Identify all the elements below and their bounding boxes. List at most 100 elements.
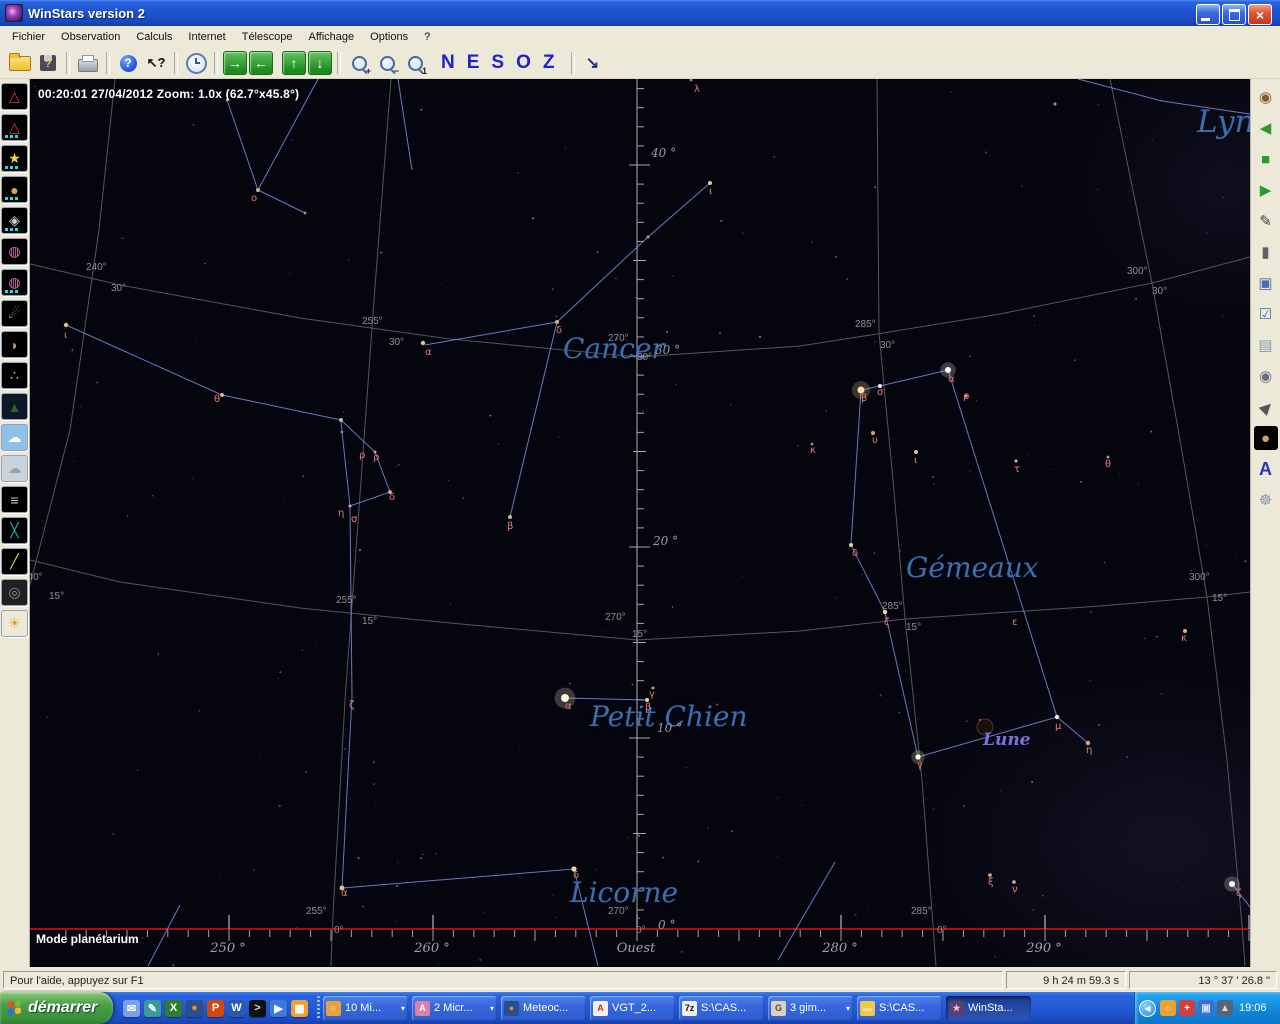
- tray-launcher-icon[interactable]: ▲: [1217, 1000, 1233, 1016]
- quicklaunch-powerpoint[interactable]: P: [207, 1000, 224, 1017]
- quicklaunch-cmd[interactable]: >: [249, 1000, 266, 1017]
- menu-tlescope[interactable]: Télescope: [234, 28, 301, 46]
- menu-fichier[interactable]: Fichier: [4, 28, 53, 46]
- group-chevron-icon[interactable]: ▾: [401, 1004, 405, 1013]
- group-chevron-icon[interactable]: ▾: [846, 1004, 850, 1013]
- comets-icon[interactable]: ☄: [1, 300, 28, 327]
- tray-network-icon[interactable]: ▣: [1198, 1000, 1214, 1016]
- quicklaunch-firefox[interactable]: ●: [186, 1000, 203, 1017]
- menu-observation[interactable]: Observation: [53, 28, 128, 46]
- pan-up-button[interactable]: ↑: [282, 51, 306, 75]
- open-button[interactable]: [7, 51, 33, 76]
- context-help-button[interactable]: ↖?: [143, 51, 169, 76]
- sky-view[interactable]: CancerGémeauxPetit ChienLicorneLynLuneλο…: [30, 79, 1250, 967]
- landscape-icon[interactable]: ▲: [1, 393, 28, 420]
- quicklaunch-outlook[interactable]: ✉: [123, 1000, 140, 1017]
- direction-arrow-button[interactable]: ↘: [580, 51, 606, 76]
- left-toolbar: △ △ ★ ● ◈ ◍ ◍ ☄ ◗ ∴ ▲ ☁ ☁ ≡ ╳ ╱ ◎ ☀: [0, 79, 30, 967]
- animation-icon[interactable]: ◉: [1254, 85, 1278, 109]
- taskbar-button-7zip[interactable]: 7zS:\CAS...: [679, 996, 764, 1021]
- labels-icon[interactable]: A: [1254, 457, 1278, 481]
- settings-gear-icon[interactable]: ☸: [1254, 488, 1278, 512]
- start-button[interactable]: démarrer: [0, 992, 113, 1024]
- close-button[interactable]: ×: [1248, 4, 1272, 25]
- print-button[interactable]: [75, 51, 101, 76]
- quicklaunch-excel[interactable]: X: [165, 1000, 182, 1017]
- save-button[interactable]: [35, 51, 61, 76]
- nebulae-icon[interactable]: ◍: [1, 238, 28, 265]
- stop-button[interactable]: ■: [1254, 147, 1278, 171]
- restore-button[interactable]: [1222, 4, 1246, 25]
- quicklaunch-calendar[interactable]: ▦: [291, 1000, 308, 1017]
- document-search-icon[interactable]: ▤: [1254, 333, 1278, 357]
- tray-collapse-button[interactable]: ◀: [1139, 1000, 1156, 1017]
- time-button[interactable]: [183, 51, 209, 76]
- view-zenith-button[interactable]: Z: [543, 52, 555, 74]
- quicklaunch-word[interactable]: W: [228, 1000, 245, 1017]
- ecliptic-line-icon[interactable]: ╱: [1, 548, 28, 575]
- task-check-icon[interactable]: ☑: [1254, 302, 1278, 326]
- tray-outlook-reminder-icon[interactable]: ○: [1160, 1000, 1176, 1016]
- compass-buttons: NESOZ: [435, 52, 561, 74]
- zoom-reset-button[interactable]: 1: [402, 51, 428, 76]
- planets-icon[interactable]: ●: [1, 176, 28, 203]
- database-icon[interactable]: ▮: [1254, 240, 1278, 264]
- clouds-icon[interactable]: ☁: [1, 455, 28, 482]
- taskbar-button-winstars[interactable]: ★WinSta...: [946, 996, 1031, 1021]
- taskbar-button-outlook-items[interactable]: ○10 Mi...▾: [323, 996, 408, 1021]
- pan-down-button[interactable]: ↓: [308, 51, 332, 75]
- edit-pen-icon[interactable]: ✎: [1254, 209, 1278, 233]
- telescope-icon[interactable]: ▶: [1249, 390, 1280, 424]
- field-circle-icon[interactable]: ◎: [1, 579, 28, 606]
- start-button-label: démarrer: [28, 999, 97, 1017]
- menu-help[interactable]: ?: [416, 28, 438, 46]
- constellation-lines-icon[interactable]: △: [1, 83, 28, 110]
- taskbar-button-access[interactable]: A2 Micr...▾: [412, 996, 497, 1021]
- taskbar-button-explorer[interactable]: ▬S:\CAS...: [857, 996, 942, 1021]
- taskbar-button-pdf[interactable]: AVGT_2...: [590, 996, 675, 1021]
- night-mode-icon[interactable]: ☀: [1, 610, 28, 637]
- tray-security-icon[interactable]: +: [1179, 1000, 1195, 1016]
- satellites-icon[interactable]: ◈: [1, 207, 28, 234]
- titlebar[interactable]: WinStars version 2 ×: [0, 0, 1280, 26]
- quicklaunch-mediaplayer[interactable]: ▶: [270, 1000, 287, 1017]
- asteroids-icon[interactable]: ◗: [1, 331, 28, 358]
- menu-affichage[interactable]: Affichage: [300, 28, 362, 46]
- taskbar-button-firefox[interactable]: ●Meteoc...: [501, 996, 586, 1021]
- minimize-button[interactable]: [1196, 4, 1220, 25]
- group-chevron-icon[interactable]: ▾: [490, 1004, 494, 1013]
- stars-icon[interactable]: ★: [1, 145, 28, 172]
- help-button[interactable]: ?: [115, 51, 141, 76]
- datetime-zoom-status: 00:20:01 27/04/2012 Zoom: 1.0x (62.7°x45…: [38, 87, 299, 101]
- diagonal-arrow-icon: ↘: [586, 53, 599, 73]
- open-folder-icon: [9, 56, 31, 71]
- toolbar-separator: [337, 52, 341, 74]
- arrow-up-icon: ↑: [291, 55, 298, 71]
- view-north-button[interactable]: N: [441, 52, 455, 74]
- daylight-icon[interactable]: ☁: [1, 424, 28, 451]
- menu-internet[interactable]: Internet: [180, 28, 233, 46]
- step-back-button[interactable]: ◀: [1254, 116, 1278, 140]
- view-west-button[interactable]: O: [516, 52, 531, 74]
- taskbar-button-firefox-icon: ●: [504, 1001, 519, 1016]
- zoom-out-button[interactable]: −: [374, 51, 400, 76]
- altitude-scale-icon[interactable]: ≡: [1, 486, 28, 513]
- play-button[interactable]: ▶: [1254, 178, 1278, 202]
- pan-right-button[interactable]: →: [223, 51, 247, 75]
- taskbar-clock: 19:06: [1239, 1002, 1267, 1014]
- deep-sky-icon[interactable]: ∴: [1, 362, 28, 389]
- view-south-button[interactable]: S: [491, 52, 504, 74]
- planet-image-icon[interactable]: ●: [1254, 426, 1278, 450]
- constellation-labels-icon[interactable]: △: [1, 114, 28, 141]
- menu-calculs[interactable]: Calculs: [128, 28, 180, 46]
- zoom-in-button[interactable]: +: [346, 51, 372, 76]
- view-east-button[interactable]: E: [467, 52, 480, 74]
- computer-icon[interactable]: ▣: [1254, 271, 1278, 295]
- taskbar-button-gimp[interactable]: G3 gim...▾: [768, 996, 853, 1021]
- nebulae-labels-icon[interactable]: ◍: [1, 269, 28, 296]
- camera-icon[interactable]: ◉: [1254, 364, 1278, 388]
- menu-options[interactable]: Options: [362, 28, 416, 46]
- grid-lines-icon[interactable]: ╳: [1, 517, 28, 544]
- quicklaunch-notes[interactable]: ✎: [144, 1000, 161, 1017]
- pan-left-button[interactable]: ←: [249, 51, 273, 75]
